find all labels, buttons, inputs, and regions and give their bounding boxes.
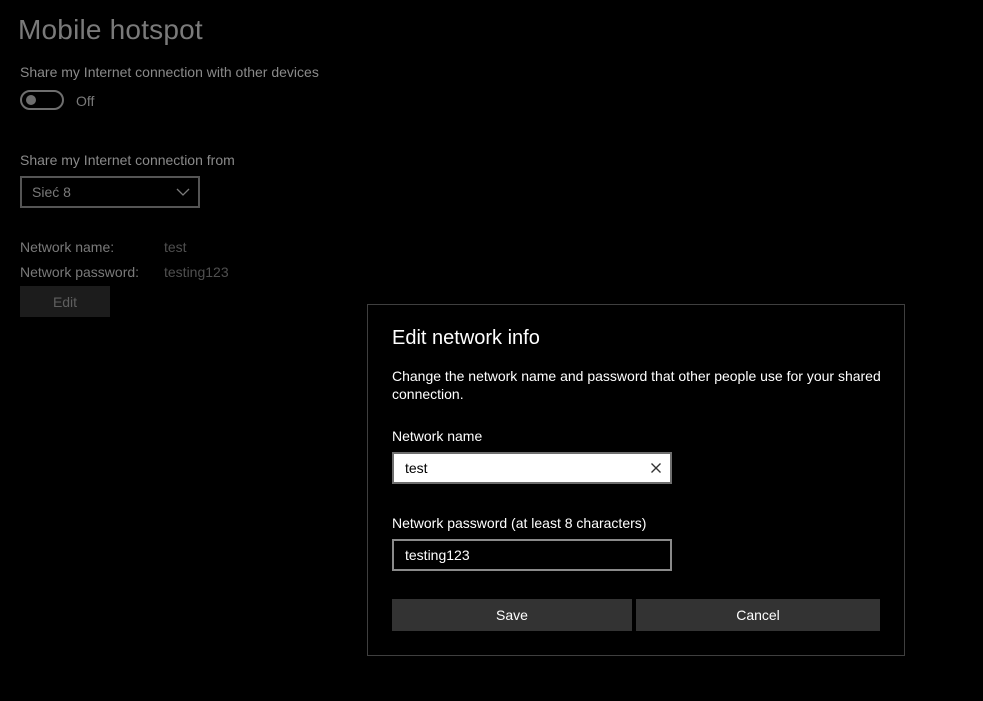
share-from-select[interactable]: Sieć 8 [20, 176, 200, 208]
page-title: Mobile hotspot [18, 14, 203, 45]
toggle-knob [26, 95, 36, 105]
chevron-down-icon [176, 188, 190, 196]
network-name-label: Network name: [20, 239, 115, 255]
toggle-state-label: Off [76, 93, 95, 109]
clear-input-button[interactable] [648, 460, 664, 476]
share-from-label: Share my Internet connection from [20, 152, 235, 168]
share-from-value: Sieć 8 [32, 184, 71, 200]
dialog-title: Edit network info [392, 327, 540, 349]
network-name-field-label: Network name [392, 428, 483, 444]
network-name-value: test [164, 239, 187, 255]
network-name-input[interactable] [392, 452, 672, 484]
share-connection-label: Share my Internet connection with other … [20, 64, 319, 80]
dialog-description: Change the network name and password tha… [392, 368, 881, 402]
cancel-button[interactable]: Cancel [636, 599, 880, 631]
edit-button[interactable]: Edit [20, 286, 110, 317]
network-password-field-label: Network password (at least 8 characters) [392, 515, 647, 531]
network-password-value: testing123 [164, 264, 229, 280]
close-icon [651, 463, 661, 473]
save-button[interactable]: Save [392, 599, 632, 631]
edit-network-dialog: Edit network info Change the network nam… [367, 304, 905, 656]
network-password-label: Network password: [20, 264, 140, 280]
network-password-input[interactable] [392, 539, 672, 571]
mobile-hotspot-toggle[interactable] [20, 90, 64, 110]
